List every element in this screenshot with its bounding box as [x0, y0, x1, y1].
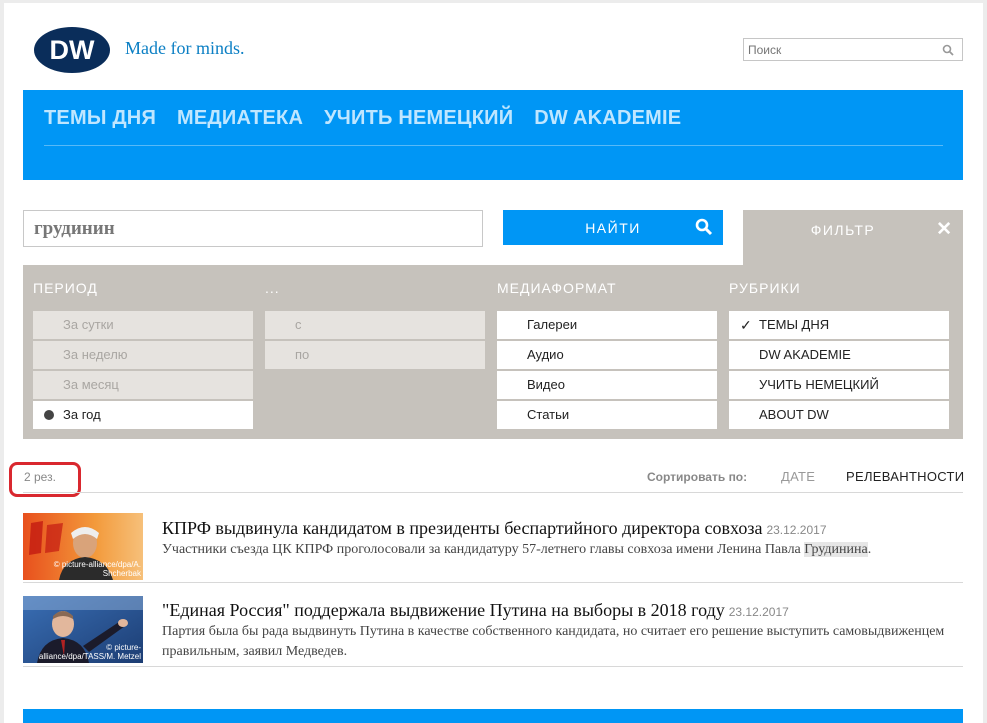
date-to-field[interactable]: по	[265, 341, 485, 369]
media-option-label: Аудио	[527, 347, 564, 362]
result-title-text: "Единая Россия" поддержала выдвижение Пу…	[162, 600, 725, 620]
site-search-box[interactable]	[743, 38, 963, 61]
media-option-video[interactable]: Видео	[497, 371, 717, 399]
media-option-articles[interactable]: Статьи	[497, 401, 717, 429]
nav-divider	[44, 145, 943, 146]
sort-by-relevance[interactable]: РЕЛЕВАНТНОСТИ	[846, 469, 964, 484]
period-option-month[interactable]: За месяц	[33, 371, 253, 399]
nav-item-dw-akademie[interactable]: DW AKADEMIE	[534, 107, 681, 130]
filter-tab-label: ФИЛЬТР	[810, 222, 876, 238]
media-option-label: Статьи	[527, 407, 570, 422]
page: DW Made for minds. ТЕМЫ ДНЯ МЕДИАТЕКА УЧ…	[4, 3, 983, 723]
period-option-label: За неделю	[63, 347, 128, 362]
result-snippet: Участники съезда ЦК КПРФ проголосовали з…	[162, 540, 952, 560]
result-date: 23.12.2017	[766, 523, 827, 537]
rubric-option-label: УЧИТЬ НЕМЕЦКИЙ	[759, 377, 879, 392]
tagline: Made for minds.	[125, 38, 245, 58]
nav-item-topics[interactable]: ТЕМЫ ДНЯ	[44, 107, 156, 130]
result-thumbnail[interactable]: © picture-alliance/dpa/TASS/M. Metzel	[23, 596, 143, 663]
photo-credit: © picture-alliance/dpa/TASS/M. Metzel	[38, 643, 141, 661]
radio-selected-icon	[44, 410, 54, 420]
custom-range-title: ...	[265, 280, 280, 296]
media-format-title: МЕДИАФОРМАТ	[497, 280, 617, 296]
filter-panel: ПЕРИОД За сутки За неделю За месяц За го…	[23, 265, 963, 439]
period-option-label: За сутки	[63, 317, 114, 332]
rubrics-title: РУБРИКИ	[729, 280, 801, 296]
divider	[23, 666, 963, 667]
snippet-highlight: Грудинина	[804, 542, 868, 557]
period-option-week[interactable]: За неделю	[33, 341, 253, 369]
close-icon[interactable]: ✕	[936, 218, 952, 241]
media-option-label: Видео	[527, 377, 565, 392]
main-nav: ТЕМЫ ДНЯ МЕДИАТЕКА УЧИТЬ НЕМЕЦКИЙ DW AKA…	[23, 90, 963, 180]
period-option-label: За месяц	[63, 377, 119, 392]
search-icon	[695, 218, 713, 236]
footer-band	[23, 709, 963, 723]
period-option-year[interactable]: За год	[33, 401, 253, 429]
rubric-option-label: ABOUT DW	[759, 407, 829, 422]
result-title[interactable]: КПРФ выдвинула кандидатом в президенты б…	[162, 518, 827, 539]
result-thumbnail[interactable]: © picture-alliance/dpa/A. Shcherbak	[23, 513, 143, 580]
snippet-text: Партия была бы рада выдвинуть Путина в к…	[162, 624, 945, 659]
rubric-option-learn-german[interactable]: УЧИТЬ НЕМЕЦКИЙ	[729, 371, 949, 399]
dw-logo[interactable]: DW	[33, 26, 111, 74]
rubric-option-topics[interactable]: ✓ ТЕМЫ ДНЯ	[729, 311, 949, 339]
nav-item-learn-german[interactable]: УЧИТЬ НЕМЕЦКИЙ	[324, 107, 513, 130]
date-from-label: с	[295, 317, 302, 332]
sort-label: Сортировать по:	[647, 470, 748, 484]
period-option-label: За год	[63, 407, 101, 422]
filter-tab[interactable]: ФИЛЬТР ✕	[743, 210, 963, 268]
date-from-field[interactable]: с	[265, 311, 485, 339]
result-date: 23.12.2017	[728, 605, 789, 619]
rubric-option-dw-akademie[interactable]: DW AKADEMIE	[729, 341, 949, 369]
media-option-audio[interactable]: Аудио	[497, 341, 717, 369]
find-button-label: НАЙТИ	[585, 220, 641, 236]
rubric-option-about-dw[interactable]: ABOUT DW	[729, 401, 949, 429]
snippet-text: .	[867, 542, 872, 557]
snippet-text: Участники съезда ЦК КПРФ проголосовали з…	[162, 542, 805, 557]
divider	[23, 492, 963, 493]
query-field[interactable]	[23, 210, 483, 247]
rubric-option-label: DW AKADEMIE	[759, 347, 851, 362]
rubric-option-label: ТЕМЫ ДНЯ	[759, 317, 830, 332]
nav-item-media[interactable]: МЕДИАТЕКА	[177, 107, 303, 130]
search-icon[interactable]	[942, 44, 954, 56]
media-option-label: Галереи	[527, 317, 578, 332]
query-input[interactable]	[24, 211, 482, 246]
period-option-day[interactable]: За сутки	[33, 311, 253, 339]
sort-by-date[interactable]: ДАТЕ	[781, 469, 815, 484]
site-search-input[interactable]	[744, 39, 934, 60]
date-to-label: по	[295, 347, 310, 362]
find-button[interactable]: НАЙТИ	[503, 210, 723, 245]
result-title-text: КПРФ выдвинула кандидатом в президенты б…	[162, 518, 763, 538]
photo-credit: © picture-alliance/dpa/A. Shcherbak	[53, 560, 141, 578]
period-title: ПЕРИОД	[33, 280, 98, 296]
divider	[23, 582, 963, 583]
checkmark-icon: ✓	[740, 317, 752, 333]
result-snippet: Партия была бы рада выдвинуть Путина в к…	[162, 622, 952, 662]
svg-text:DW: DW	[50, 35, 95, 65]
media-option-galleries[interactable]: Галереи	[497, 311, 717, 339]
result-title[interactable]: "Единая Россия" поддержала выдвижение Пу…	[162, 600, 789, 621]
